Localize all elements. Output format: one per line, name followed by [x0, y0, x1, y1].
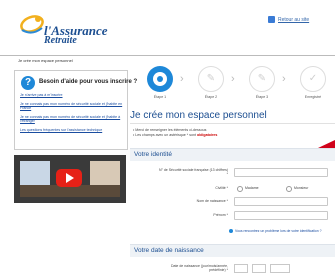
- step-2-circle: ✎: [198, 66, 224, 92]
- identity-section-title: Votre identité: [134, 151, 172, 158]
- step-1-label: Étape 1: [153, 95, 167, 99]
- radio-madame[interactable]: [237, 186, 243, 192]
- step-4-label: Enregistré: [304, 95, 322, 99]
- pencil-icon: ✎: [206, 73, 216, 84]
- birth-section-header: Votre date de naissance: [130, 244, 335, 257]
- prenom-label: Prénom *: [213, 213, 228, 217]
- title-divider: [130, 123, 335, 124]
- question-icon: ?: [21, 76, 35, 90]
- step-3-label: Étape 3: [255, 95, 269, 99]
- nom-label: Nom de naissance *: [196, 199, 228, 203]
- prenom-input[interactable]: [234, 211, 328, 220]
- play-icon[interactable]: [56, 169, 82, 187]
- stepper: Étape 1 › ✎ Étape 2 › ✎ Étape 3 › ✓ Enre…: [130, 62, 335, 104]
- video-player[interactable]: [14, 155, 126, 203]
- step-1-circle: [147, 66, 173, 92]
- page: l'Assurance Retraite Retour au site Je c…: [0, 0, 335, 277]
- birth-year-input[interactable]: [270, 264, 290, 273]
- step-3-circle: ✎: [249, 66, 275, 92]
- birth-day-input[interactable]: [234, 264, 248, 273]
- logo-line2: Retraite: [44, 35, 77, 46]
- return-link[interactable]: Retour au site: [268, 16, 309, 23]
- nir-input[interactable]: [234, 168, 328, 177]
- radio-monsieur-label: Monsieur: [294, 186, 309, 190]
- help-link-no-nir-abroad[interactable]: Je ne connais pas mon numéro de sécurité…: [20, 115, 124, 124]
- nir-label: N° de Sécurité sociale française (13 chi…: [158, 168, 228, 176]
- mandatory-emphasis: obligatoires: [197, 133, 218, 137]
- birth-month-input[interactable]: [252, 264, 266, 273]
- chevron-right-icon: ›: [231, 73, 235, 85]
- return-icon: [268, 16, 275, 23]
- breadcrumb: Je crée mon espace personnel: [18, 58, 73, 63]
- current-step-dot-icon: [157, 76, 163, 82]
- help-link-cannot-register[interactable]: Je n'arrive pas à m'inscrire: [20, 93, 124, 97]
- step-2-label: Étape 2: [204, 95, 218, 99]
- civilite-label: Civilité *: [215, 186, 228, 190]
- info-bullet-icon: [229, 229, 233, 234]
- radio-monsieur[interactable]: [286, 186, 292, 192]
- instruction-line-2: • Les champs avec un astérisque * sont o…: [133, 133, 218, 137]
- help-box: ? Besoin d'aide pour vous inscrire ? Je …: [14, 70, 137, 150]
- identification-help-link[interactable]: Vous rencontrez un problème lors de votr…: [229, 229, 322, 234]
- page-title: Je crée mon espace personnel: [130, 110, 267, 121]
- help-link-faq[interactable]: Les questions fréquentes sur l'assistanc…: [20, 128, 124, 132]
- chevron-right-icon: ›: [180, 73, 184, 85]
- chevron-right-icon: ›: [282, 73, 286, 85]
- step-4-circle: ✓: [300, 66, 326, 92]
- check-icon: ✓: [308, 73, 318, 84]
- birth-section-title: Votre date de naissance: [134, 247, 204, 254]
- nom-input[interactable]: [234, 197, 328, 206]
- identity-section-header: Votre identité: [130, 148, 335, 161]
- radio-madame-label: Madame: [245, 186, 259, 190]
- header-divider: [0, 55, 335, 56]
- instruction-line-1: • Merci de renseigner les éléments ci-de…: [133, 128, 207, 132]
- help-title: Besoin d'aide pour vous inscrire ?: [39, 79, 138, 85]
- date-label: Date de naissance (jour/mois/année, préd…: [170, 264, 228, 272]
- pencil-icon: ✎: [257, 73, 267, 84]
- help-link-no-nir-france[interactable]: Je ne connais pas mon numéro de sécurité…: [20, 102, 124, 111]
- return-link-label[interactable]: Retour au site: [278, 17, 309, 23]
